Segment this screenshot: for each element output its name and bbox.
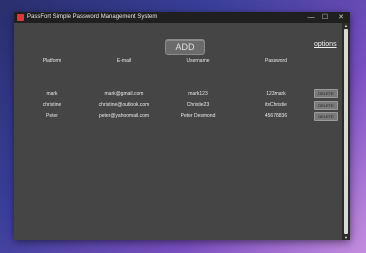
column-header-email: E-mail [116, 58, 132, 64]
scroll-down-icon[interactable]: ▼ [342, 235, 350, 240]
delete-button[interactable]: DELETE [314, 112, 338, 121]
cell-email: mark@gmail.com [104, 91, 144, 97]
cell-email: peter@yahoomail.com [98, 113, 150, 119]
cell-password: itsChristie [265, 102, 287, 108]
minimize-button[interactable]: — [304, 12, 318, 23]
column-header-platform: Platform [42, 58, 62, 64]
cell-password: 45678836 [264, 113, 288, 119]
cell-username: Christie23 [186, 102, 210, 108]
delete-button[interactable]: DELETE [314, 89, 338, 98]
delete-button[interactable]: DELETE [314, 101, 338, 110]
scroll-up-icon[interactable]: ▲ [342, 23, 350, 28]
add-button[interactable]: ADD [165, 39, 205, 55]
column-header-username: Username [186, 58, 210, 64]
app-icon [17, 14, 24, 21]
cell-platform: christine [42, 102, 62, 108]
cell-email: christine@outlook.com [98, 102, 150, 108]
app-window: PassFort Simple Password Management Syst… [14, 12, 350, 240]
cell-username: Peter Desmond [180, 113, 216, 119]
scroll-thumb[interactable] [344, 29, 348, 234]
vertical-scrollbar[interactable]: ▲ ▼ [342, 23, 350, 240]
cell-platform: Peter [46, 113, 58, 119]
window-title: PassFort Simple Password Management Syst… [27, 14, 158, 20]
cell-platform: mark [46, 91, 58, 97]
cell-username: mark123 [188, 91, 208, 97]
title-bar[interactable]: PassFort Simple Password Management Syst… [14, 12, 350, 23]
cell-password: 123mark [266, 91, 286, 97]
main-content: ADD options Platform E-mail Username Pas… [14, 23, 342, 240]
close-button[interactable]: ✕ [334, 12, 348, 23]
maximize-button[interactable]: ☐ [318, 12, 332, 23]
column-header-password: Password [265, 58, 287, 64]
options-link[interactable]: options [314, 41, 337, 48]
